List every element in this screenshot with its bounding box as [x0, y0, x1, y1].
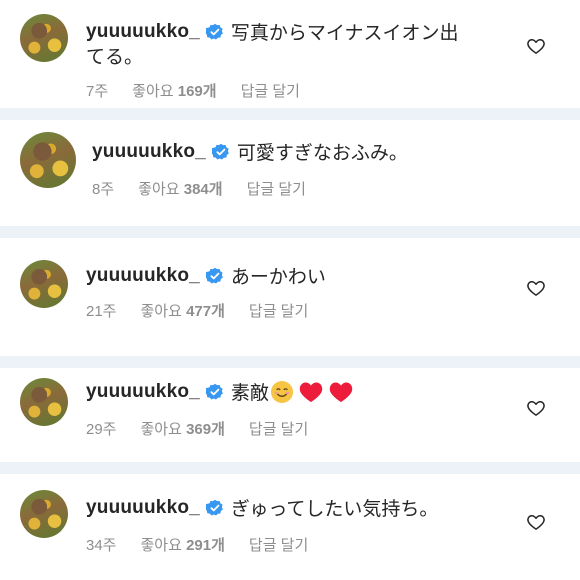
- comment-header: yuuuuukko_ 写真からマイナスイオン出: [86, 18, 459, 45]
- verified-badge-icon: [205, 267, 223, 284]
- comment-separator: [0, 356, 580, 368]
- comment-header: yuuuuukko_ 可愛すぎなおふみ。: [92, 138, 408, 165]
- comment-time: 29주: [86, 421, 117, 438]
- comment-meta: 8주 좋아요 384개 답글 달기: [92, 178, 306, 199]
- heart-outline-icon[interactable]: [526, 36, 546, 56]
- verified-badge-icon: [211, 143, 229, 160]
- avatar[interactable]: [20, 132, 76, 188]
- comment-meta: 29주 좋아요 369개 답글 달기: [86, 418, 308, 439]
- smiling-face-emoji: [270, 380, 293, 403]
- comment-time: 34주: [86, 537, 117, 554]
- comment-text: あーかわい: [230, 267, 326, 288]
- comment-username[interactable]: yuuuuukko_: [92, 141, 206, 163]
- avatar[interactable]: [20, 378, 68, 426]
- comment-time: 7주: [86, 83, 109, 100]
- red-heart-emoji: [329, 382, 353, 402]
- verified-badge-icon: [205, 499, 223, 516]
- red-heart-emoji: [299, 382, 323, 402]
- comment-username[interactable]: yuuuuukko_: [86, 21, 200, 43]
- comment-text: ぎゅってしたい気持ち。: [230, 499, 439, 520]
- heart-outline-icon[interactable]: [526, 278, 546, 298]
- reply-button[interactable]: 답글 달기: [249, 534, 308, 555]
- comment-item: yuuuuukko_ 素敵 29주 좋아요 369개 답글 달기: [0, 368, 580, 462]
- comment-username[interactable]: yuuuuukko_: [86, 265, 200, 287]
- comment-header: yuuuuukko_ あーかわい: [86, 262, 326, 289]
- heart-outline-icon[interactable]: [526, 512, 546, 532]
- comment-separator: [0, 108, 580, 120]
- reply-button[interactable]: 답글 달기: [249, 418, 308, 439]
- likes-count[interactable]: 좋아요 169개: [132, 80, 216, 101]
- comment-text: 素敵: [230, 383, 269, 404]
- comment-time: 21주: [86, 303, 117, 320]
- comment-text: 可愛すぎなおふみ。: [236, 143, 408, 164]
- verified-badge-icon: [205, 23, 223, 40]
- verified-badge-icon: [205, 383, 223, 400]
- likes-count[interactable]: 좋아요 369개: [141, 418, 225, 439]
- comment-feed: yuuuuukko_ 写真からマイナスイオン出 てる。 7주 좋아요 169개 …: [0, 0, 580, 580]
- avatar[interactable]: [20, 490, 68, 538]
- avatar[interactable]: [20, 14, 68, 62]
- comment-separator: [0, 226, 580, 238]
- reply-button[interactable]: 답글 달기: [247, 178, 306, 199]
- comment-time: 8주: [92, 181, 115, 198]
- likes-count[interactable]: 좋아요 291개: [141, 534, 225, 555]
- comment-text-continued: てる。: [86, 47, 144, 68]
- comment-meta: 34주 좋아요 291개 답글 달기: [86, 534, 308, 555]
- likes-count[interactable]: 좋아요 477개: [141, 300, 225, 321]
- comment-header: yuuuuukko_ 素敵: [86, 378, 353, 405]
- reply-button[interactable]: 답글 달기: [249, 300, 308, 321]
- comment-item: yuuuuukko_ ぎゅってしたい気持ち。 34주 좋아요 291개 답글 달…: [0, 474, 580, 580]
- comment-text: 写真からマイナスイオン出: [230, 23, 459, 44]
- comment-username[interactable]: yuuuuukko_: [86, 497, 200, 519]
- comment-item: yuuuuukko_ 写真からマイナスイオン出 てる。 7주 좋아요 169개 …: [0, 0, 580, 108]
- comment-meta: 7주 좋아요 169개 답글 달기: [86, 80, 300, 101]
- comment-meta: 21주 좋아요 477개 답글 달기: [86, 300, 308, 321]
- likes-count[interactable]: 좋아요 384개: [138, 178, 222, 199]
- comment-separator: [0, 462, 580, 474]
- reply-button[interactable]: 답글 달기: [241, 80, 300, 101]
- comment-item: yuuuuukko_ 可愛すぎなおふみ。 8주 좋아요 384개 답글 달기: [0, 120, 580, 226]
- avatar[interactable]: [20, 260, 68, 308]
- comment-header: yuuuuukko_ ぎゅってしたい気持ち。: [86, 494, 438, 521]
- comment-username[interactable]: yuuuuukko_: [86, 381, 200, 403]
- heart-outline-icon[interactable]: [526, 398, 546, 418]
- comment-item: yuuuuukko_ あーかわい 21주 좋아요 477개 답글 달기: [0, 238, 580, 356]
